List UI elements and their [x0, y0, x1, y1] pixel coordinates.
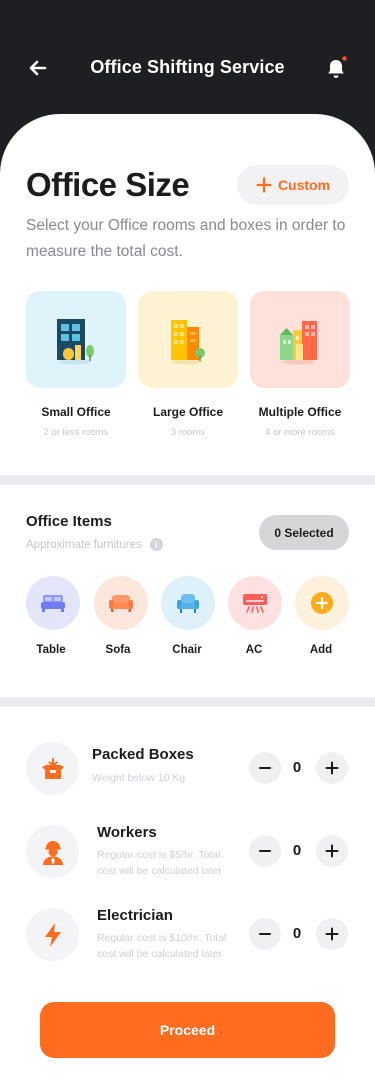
- office-size-heading: Office Size: [26, 166, 190, 203]
- electrician-decrement[interactable]: [249, 918, 281, 950]
- item-table[interactable]: [26, 576, 80, 630]
- section-divider: [0, 697, 375, 707]
- packed-boxes-title: Packed Boxes: [92, 746, 194, 763]
- lightning-icon: [44, 922, 61, 947]
- worker-icon: [42, 840, 63, 865]
- item-sofa-label: Sofa: [105, 644, 131, 656]
- page-title: Office Shifting Service: [90, 57, 285, 77]
- office-items-subtitle-text: Approximate furnitures: [26, 538, 142, 551]
- plus-icon: [325, 927, 339, 941]
- workers-title: Workers: [97, 824, 157, 841]
- section-divider: [0, 475, 375, 485]
- item-ac-label: AC: [245, 644, 263, 656]
- item-add-label: Add: [309, 644, 333, 656]
- box-icon: [41, 757, 64, 779]
- selected-count-badge: 0 Selected: [259, 515, 349, 550]
- minus-icon: [259, 850, 271, 852]
- item-sofa[interactable]: [94, 576, 148, 630]
- office-items-title: Office Items: [26, 513, 112, 530]
- electrician-title: Electrician: [97, 907, 173, 924]
- multiple-office-sub: 4 or more rooms: [265, 427, 335, 438]
- office-items-subtitle: Approximate furnitures i: [26, 538, 163, 551]
- plus-icon: [325, 844, 339, 858]
- proceed-button[interactable]: Proceed: [40, 1002, 335, 1058]
- multiple-office-building-icon: [280, 321, 317, 365]
- custom-button-label: Custom: [277, 177, 331, 193]
- workers-decrement[interactable]: [249, 835, 281, 867]
- item-table-label: Table: [36, 644, 66, 656]
- bed-icon: [41, 595, 65, 612]
- info-icon[interactable]: i: [149, 538, 163, 551]
- workers-icon-wrap: [26, 825, 79, 878]
- packed-boxes-count: 0: [292, 759, 302, 776]
- large-office-label: Large Office: [152, 405, 224, 419]
- packed-boxes-sub: Weight below 10 Kg: [92, 772, 186, 784]
- small-office-building-icon: [57, 319, 94, 365]
- electrician-count: 0: [292, 925, 302, 942]
- workers-count: 0: [292, 842, 302, 859]
- item-chair[interactable]: [161, 576, 215, 630]
- office-size-description: Select your Office rooms and boxes in or…: [26, 217, 346, 260]
- large-office-card[interactable]: [138, 291, 238, 388]
- electrician-sub: Regular cost is $10/hr. Total cost will …: [97, 932, 227, 960]
- custom-button[interactable]: Custom: [237, 165, 349, 205]
- workers-increment[interactable]: [316, 835, 348, 867]
- item-chair-label: Chair: [172, 644, 202, 656]
- small-office-label: Small Office: [41, 405, 111, 419]
- plus-circle-icon: [311, 592, 333, 614]
- multiple-office-card[interactable]: [250, 291, 350, 388]
- item-add[interactable]: [295, 576, 349, 630]
- packed-boxes-increment[interactable]: [316, 752, 348, 784]
- electrician-increment[interactable]: [316, 918, 348, 950]
- minus-icon: [259, 767, 271, 769]
- large-office-sub: 3 rooms: [170, 427, 206, 438]
- multiple-office-label: Multiple Office: [258, 405, 342, 419]
- bell-icon[interactable]: [324, 55, 348, 81]
- sofa-icon: [109, 595, 133, 612]
- plus-icon: [325, 761, 339, 775]
- content-sheet: Office Size Custom Select your Office ro…: [0, 114, 375, 1092]
- minus-icon: [259, 933, 271, 935]
- large-office-building-icon: [171, 320, 205, 365]
- workers-sub: Regular cost is $5/hr. Total cost will b…: [97, 849, 222, 877]
- electrician-icon-wrap: [26, 908, 79, 961]
- small-office-card[interactable]: [26, 291, 126, 388]
- air-conditioner-icon: [243, 594, 267, 613]
- small-office-sub: 2 or less rooms: [43, 427, 109, 438]
- plus-icon: [256, 177, 272, 193]
- packed-boxes-icon-wrap: [26, 742, 79, 795]
- armchair-icon: [177, 594, 199, 613]
- item-ac[interactable]: [228, 576, 282, 630]
- packed-boxes-decrement[interactable]: [249, 752, 281, 784]
